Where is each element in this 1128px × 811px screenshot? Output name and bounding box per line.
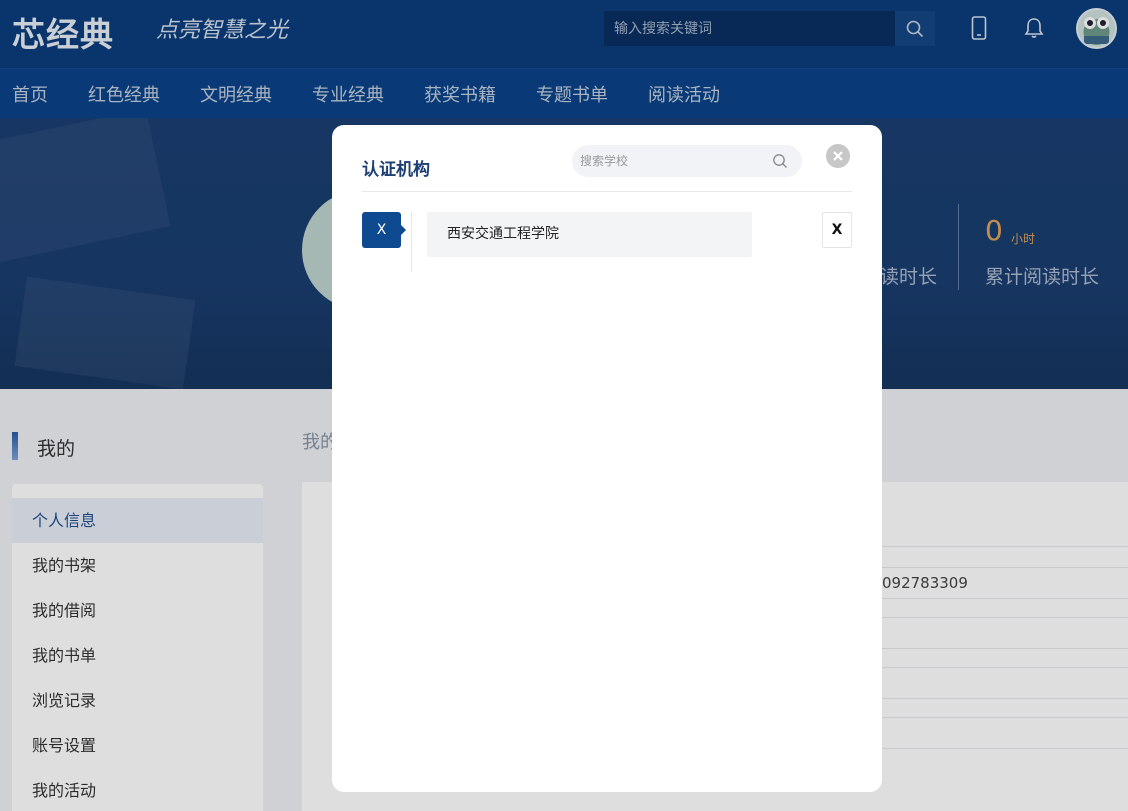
group-divider — [411, 212, 412, 272]
letter-group-tag[interactable]: X — [362, 212, 406, 248]
school-search-input[interactable] — [572, 145, 762, 177]
modal-close-button[interactable] — [826, 144, 850, 168]
institution-auth-modal: 认证机构 X 西安交通工程学院 X — [332, 125, 882, 792]
modal-divider — [362, 191, 852, 192]
close-icon — [833, 151, 843, 161]
school-item[interactable]: 西安交通工程学院 — [427, 212, 752, 257]
modal-title: 认证机构 — [362, 160, 430, 180]
letter-index-x[interactable]: X — [822, 212, 852, 248]
school-search — [572, 145, 802, 177]
search-icon[interactable] — [772, 153, 788, 169]
